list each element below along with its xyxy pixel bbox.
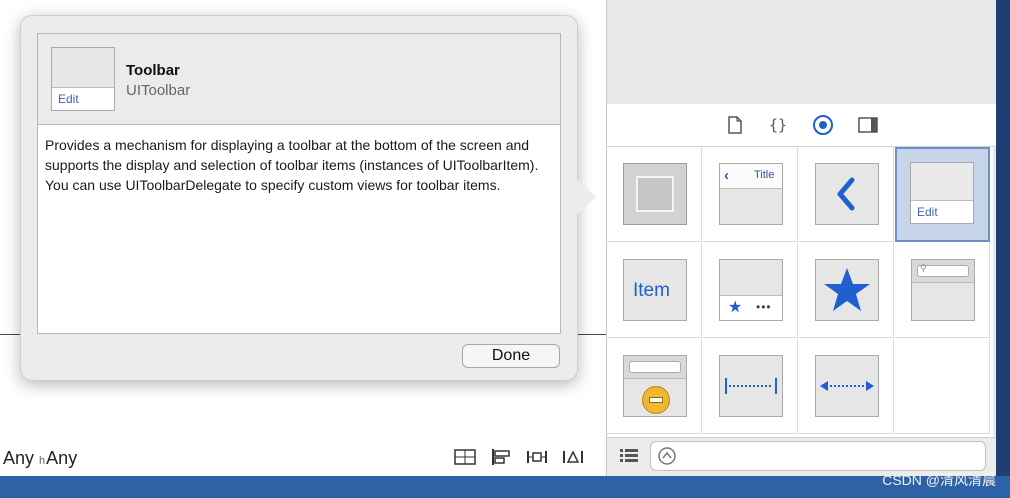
align-button[interactable] xyxy=(488,446,514,468)
height-prefix: h xyxy=(39,455,46,467)
search-icon: ⚲ xyxy=(920,263,927,273)
tab-file-templates[interactable] xyxy=(724,114,746,136)
library-item-toolbar[interactable]: Edit xyxy=(895,147,990,242)
navigation-item-thumb xyxy=(815,163,879,225)
library-empty-cell xyxy=(895,339,990,434)
library-item-tab-bar[interactable]: ★ ••• xyxy=(703,243,798,338)
watermark: CSDN @清风清晨 xyxy=(882,472,996,488)
pin-icon xyxy=(527,451,547,463)
embed-in-stack-button[interactable] xyxy=(452,446,478,468)
library-item-search-bar[interactable]: ⚲ xyxy=(895,243,990,338)
auto-layout-toolbar xyxy=(452,446,586,468)
code-snippet-icon: {} xyxy=(769,116,787,134)
resolve-issues-button[interactable] xyxy=(560,446,586,468)
fixed-space-icon xyxy=(725,378,777,394)
object-title: Toolbar xyxy=(126,62,180,79)
tab-media-library[interactable] xyxy=(857,114,879,136)
library-item-fixed-space[interactable] xyxy=(703,339,798,434)
grid-view-icon xyxy=(620,449,638,462)
tab-bar-item-thumb xyxy=(815,259,879,321)
list-grid-toggle[interactable] xyxy=(619,447,639,470)
preview-edit-label: Edit xyxy=(58,92,79,106)
height-size-class: Any xyxy=(46,448,78,468)
utilities-panel: {} ‹ Title Edit Item ★ ••• ⚲ xyxy=(606,0,997,477)
tab-code-snippets[interactable]: {} xyxy=(767,114,789,136)
size-class-control[interactable]: Any hAny xyxy=(3,448,77,469)
window-edge xyxy=(996,0,1010,476)
bar-button-item-thumb: Item xyxy=(623,259,687,321)
fixed-space-thumb xyxy=(719,355,783,417)
more-dots-icon: ••• xyxy=(756,300,772,314)
svg-text:{}: {} xyxy=(769,116,787,134)
flexible-space-thumb xyxy=(815,355,879,417)
back-arrow-icon xyxy=(837,177,855,211)
tab-bar-thumb: ★ ••• xyxy=(719,259,783,321)
bar-button-item-label: Item xyxy=(633,280,670,301)
object-class-name: UIToolbar xyxy=(126,82,191,99)
popover-arrow xyxy=(572,175,596,219)
done-button[interactable]: Done xyxy=(462,344,560,368)
os-taskbar xyxy=(0,476,1010,498)
file-template-icon xyxy=(728,116,742,134)
library-item-flexible-space[interactable] xyxy=(799,339,894,434)
controller-icon xyxy=(642,386,670,414)
align-icon xyxy=(492,449,510,465)
object-library-grid: ‹ Title Edit Item ★ ••• ⚲ xyxy=(607,147,993,437)
library-item-search-display-controller[interactable] xyxy=(607,339,702,434)
pin-button[interactable] xyxy=(524,446,550,468)
resolve-icon xyxy=(563,450,583,463)
view-thumb xyxy=(623,163,687,225)
search-display-thumb xyxy=(623,355,687,417)
tab-object-library[interactable] xyxy=(812,114,834,136)
library-item-navigation-bar[interactable]: ‹ Title xyxy=(703,147,798,242)
library-tab-bar: {} xyxy=(607,104,997,147)
library-item-bar-button-item[interactable]: Item xyxy=(607,243,702,338)
library-item-navigation-item[interactable] xyxy=(799,147,894,242)
toolbar-edit-label: Edit xyxy=(917,205,938,219)
library-item-view[interactable] xyxy=(607,147,702,242)
popover-header: Edit Toolbar UIToolbar xyxy=(37,33,561,124)
media-library-icon xyxy=(858,117,878,133)
stack-icon xyxy=(454,449,476,465)
object-library-icon xyxy=(813,115,833,135)
back-chevron-icon: ‹ xyxy=(724,167,729,184)
star-icon xyxy=(824,268,870,311)
object-description: Provides a mechanism for displaying a to… xyxy=(37,124,561,334)
tab-star-icon: ★ xyxy=(728,299,743,316)
inspector-area xyxy=(607,0,997,105)
flexible-space-icon xyxy=(820,381,874,391)
navigation-bar-title: Title xyxy=(754,169,775,181)
width-size-class: Any xyxy=(3,448,35,468)
toolbar-preview-thumb: Edit xyxy=(51,47,115,111)
library-filter-input[interactable] xyxy=(650,441,986,471)
navigation-bar-thumb: ‹ Title xyxy=(719,163,783,225)
object-info-popover: Edit Toolbar UIToolbar Provides a mechan… xyxy=(20,15,578,381)
toolbar-thumb: Edit xyxy=(910,162,974,224)
search-bar-thumb: ⚲ xyxy=(911,259,975,321)
filter-icon xyxy=(658,447,676,465)
library-item-tab-bar-item[interactable] xyxy=(799,243,894,338)
